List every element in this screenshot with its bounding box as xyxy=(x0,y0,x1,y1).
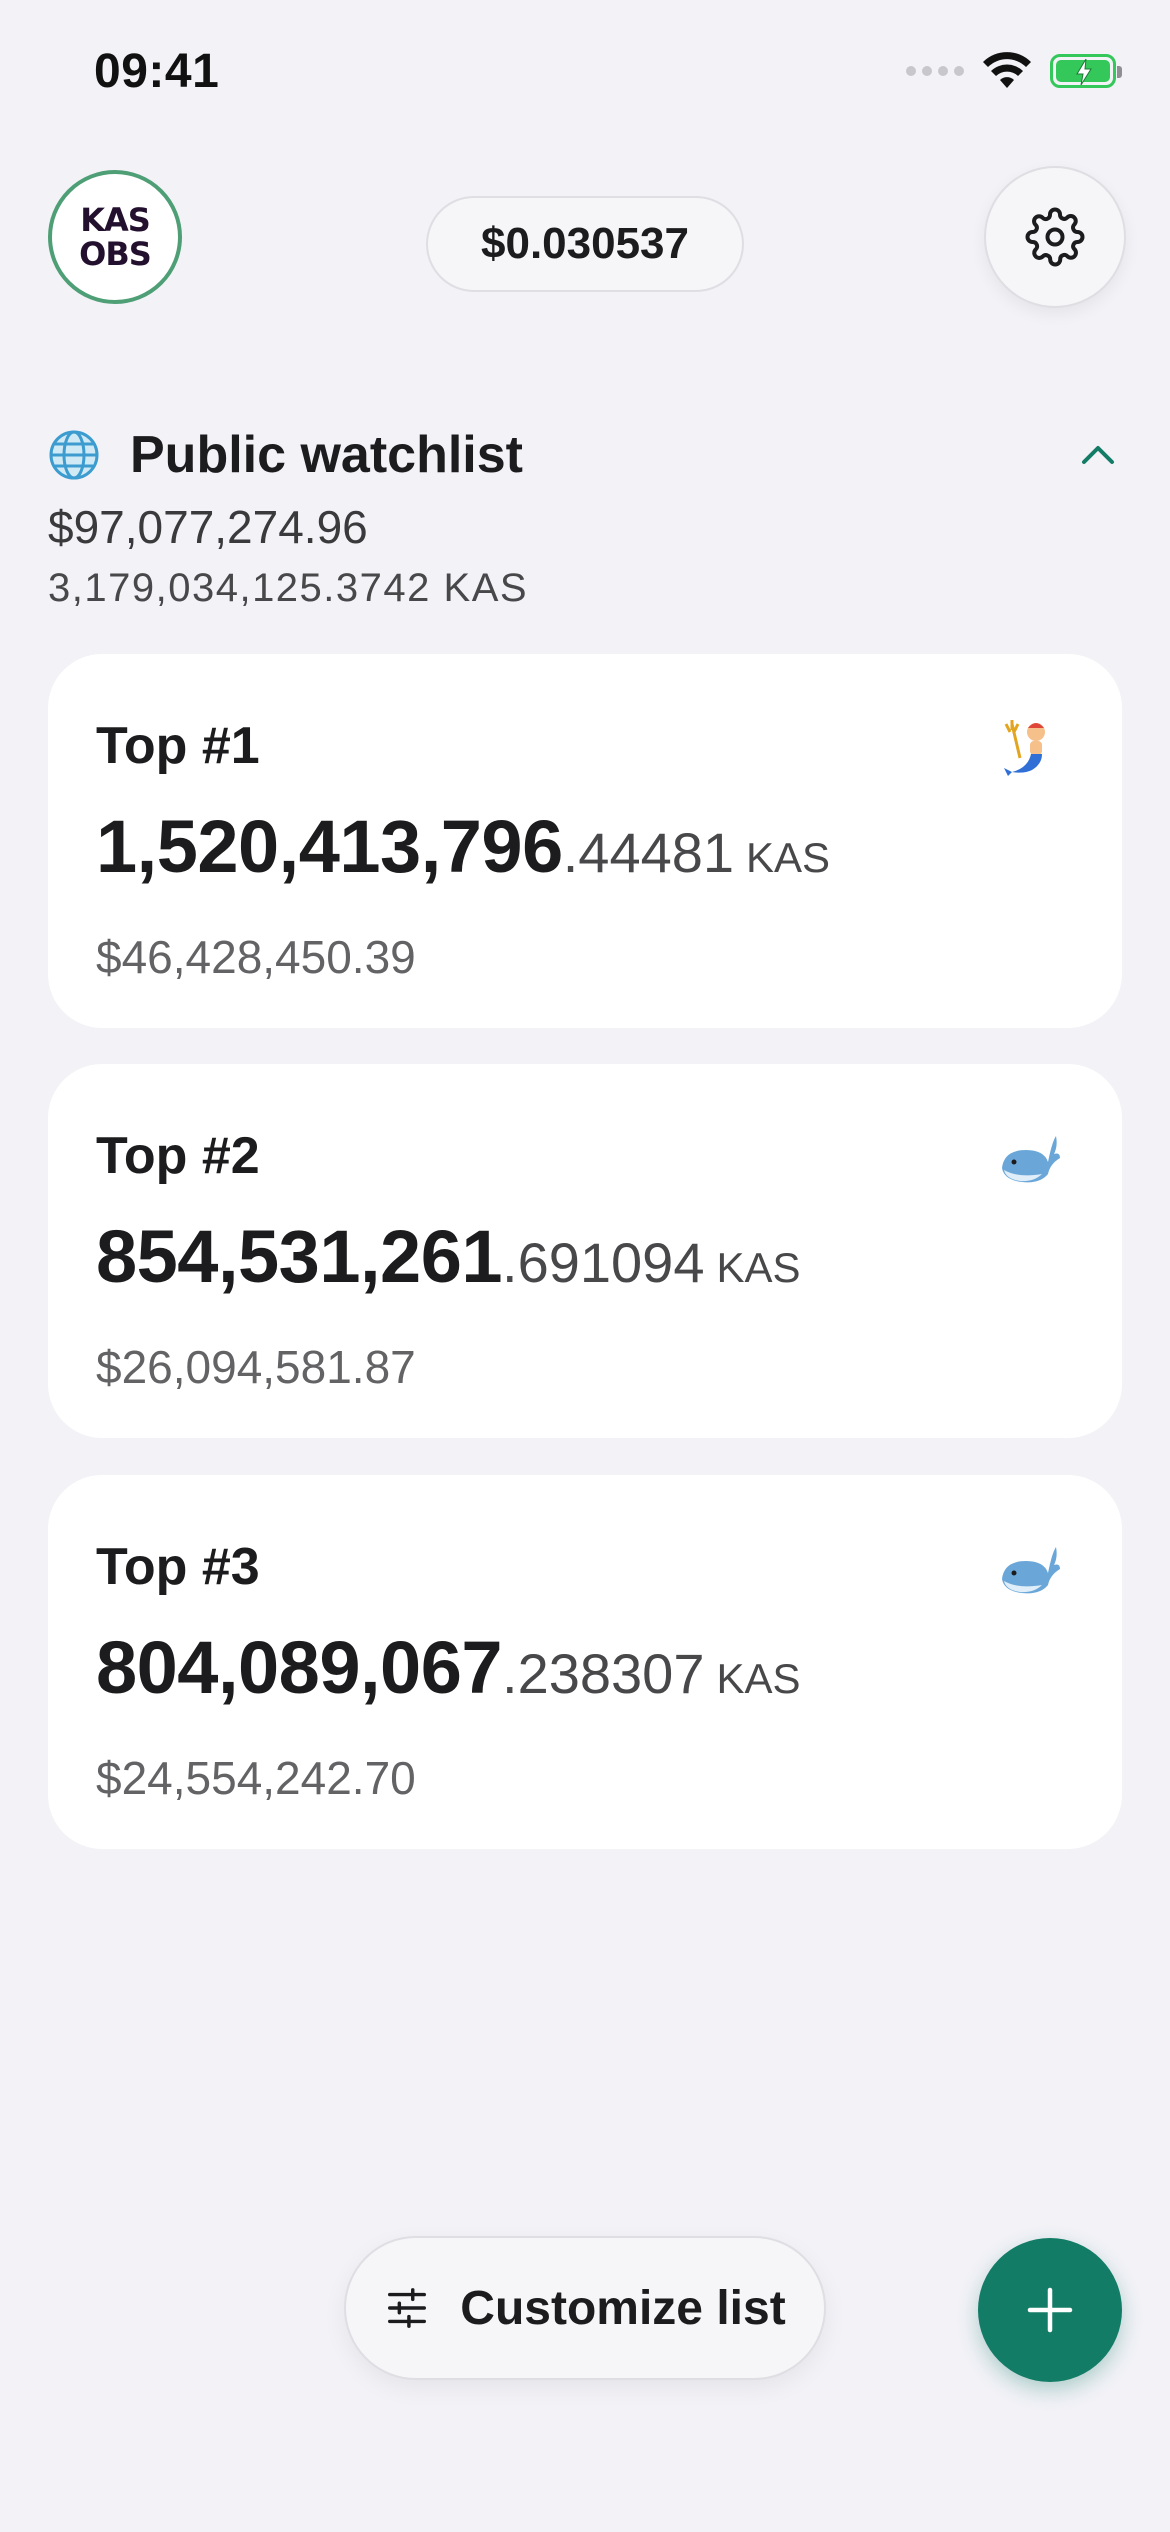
watchlist-total-usd: $97,077,274.96 xyxy=(48,501,368,553)
gear-icon xyxy=(1025,207,1085,267)
amount-unit: KAS xyxy=(716,1244,801,1291)
amount-unit: KAS xyxy=(716,1655,801,1702)
amount-decimal: .691094 xyxy=(502,1231,705,1294)
card-label: Top #3 xyxy=(96,1538,260,1596)
plus-icon xyxy=(1027,2287,1073,2333)
card-usd-value: $46,428,450.39 xyxy=(96,931,416,983)
watchlist-card[interactable]: Top #1 1,520,413,796.44481 KAS $46,428,45… xyxy=(48,654,1122,1028)
watchlist-header[interactable]: Public watchlist $97,077,274.96 3,179,03… xyxy=(48,420,1122,611)
logo-line-1: KAS xyxy=(80,201,151,239)
amount-decimal: .238307 xyxy=(502,1642,705,1705)
customize-list-button[interactable]: Customize list xyxy=(344,2236,826,2380)
amount-integer: 804,089,067 xyxy=(96,1626,503,1709)
settings-button[interactable] xyxy=(984,166,1126,308)
whale-icon xyxy=(1002,1547,1060,1594)
status-bar: 09:41 xyxy=(0,0,1170,150)
sliders-icon xyxy=(388,2288,427,2328)
chevron-up-icon[interactable] xyxy=(1074,432,1122,480)
kas-price-pill[interactable]: $0.030537 xyxy=(426,196,744,292)
add-address-button[interactable] xyxy=(978,2238,1122,2382)
card-usd-value: $24,554,242.70 xyxy=(96,1752,416,1804)
cellular-signal-icon xyxy=(906,66,964,76)
wifi-icon xyxy=(983,52,1031,88)
card-amount: 854,531,261.691094 KAS xyxy=(96,1214,801,1299)
battery-charging-icon xyxy=(1050,54,1122,88)
app-logo[interactable]: KAS OBS xyxy=(48,170,182,304)
amount-integer: 854,531,261 xyxy=(96,1215,503,1298)
status-time: 09:41 xyxy=(94,45,220,98)
amount-integer: 1,520,413,796 xyxy=(96,805,563,888)
customize-list-label: Customize list xyxy=(460,2281,786,2335)
logo-line-2: OBS xyxy=(79,235,152,273)
amount-unit: KAS xyxy=(746,834,831,881)
card-label: Top #1 xyxy=(96,717,260,775)
amount-decimal: .44481 xyxy=(562,821,735,884)
watchlist-card[interactable]: Top #3 804,089,067.238307 KAS $24,554,242… xyxy=(48,1475,1122,1849)
kas-price: $0.030537 xyxy=(481,219,689,268)
watchlist-card[interactable]: Top #2 854,531,261.691094 KAS $26,094,581… xyxy=(48,1064,1122,1438)
card-amount: 804,089,067.238307 KAS xyxy=(96,1625,801,1710)
watchlist-title: Public watchlist xyxy=(130,426,523,484)
watchlist-total-kas: 3,179,034,125.3742 KAS xyxy=(48,566,529,610)
card-amount: 1,520,413,796.44481 KAS xyxy=(96,804,830,889)
globe-icon xyxy=(49,430,99,480)
merman-icon xyxy=(1004,720,1045,776)
status-icons xyxy=(906,52,1122,90)
whale-icon xyxy=(1002,1136,1060,1183)
card-usd-value: $26,094,581.87 xyxy=(96,1341,416,1393)
card-label: Top #2 xyxy=(96,1127,260,1185)
